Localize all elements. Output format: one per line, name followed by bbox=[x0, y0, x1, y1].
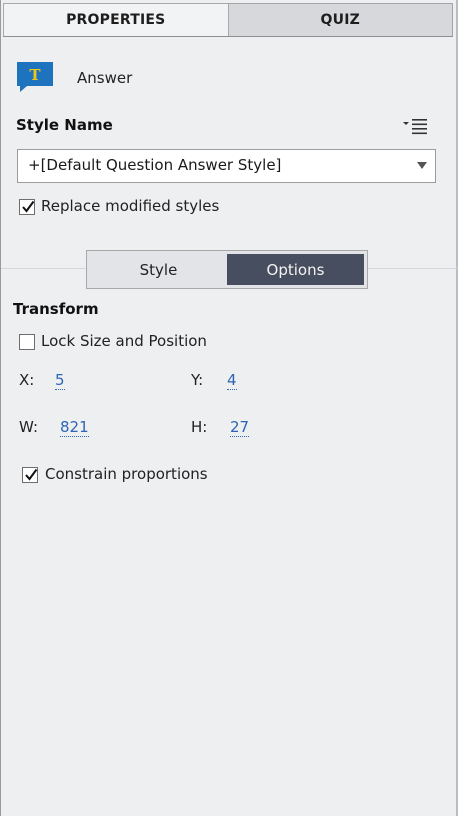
icon-letter: T bbox=[29, 66, 41, 84]
constrain-proportions-label: Constrain proportions bbox=[45, 465, 208, 483]
style-name-label: Style Name bbox=[16, 116, 113, 134]
tab-quiz[interactable]: QUIZ bbox=[228, 3, 453, 36]
properties-panel: PROPERTIES QUIZ T Answer Style Name +[De… bbox=[0, 0, 458, 816]
replace-modified-checkbox[interactable] bbox=[19, 199, 35, 215]
w-label: W: bbox=[19, 418, 39, 436]
object-name: Answer bbox=[77, 69, 133, 87]
constrain-proportions-checkbox[interactable] bbox=[22, 467, 38, 483]
h-value[interactable]: 27 bbox=[230, 418, 250, 437]
y-label: Y: bbox=[191, 371, 204, 389]
w-value[interactable]: 821 bbox=[60, 418, 89, 437]
segment-options[interactable]: Options bbox=[227, 254, 364, 285]
transform-heading: Transform bbox=[13, 300, 99, 318]
x-value[interactable]: 5 bbox=[55, 371, 65, 390]
text-caption-icon: T bbox=[17, 62, 53, 92]
options-menu-icon[interactable] bbox=[401, 117, 429, 135]
lock-size-checkbox[interactable] bbox=[19, 334, 35, 350]
checkmark-icon bbox=[22, 200, 35, 213]
style-options-toggle: Style Options bbox=[86, 250, 368, 289]
y-value[interactable]: 4 bbox=[227, 371, 237, 390]
lock-size-label: Lock Size and Position bbox=[41, 332, 207, 350]
tab-properties[interactable]: PROPERTIES bbox=[3, 3, 229, 36]
panel-tabs: PROPERTIES QUIZ bbox=[3, 3, 453, 37]
replace-modified-label: Replace modified styles bbox=[41, 197, 220, 215]
chevron-down-icon bbox=[417, 162, 427, 169]
segment-style[interactable]: Style bbox=[90, 254, 227, 285]
x-label: X: bbox=[19, 371, 35, 389]
style-name-value: +[Default Question Answer Style] bbox=[28, 156, 282, 174]
h-label: H: bbox=[191, 418, 208, 436]
checkmark-icon bbox=[25, 468, 38, 481]
style-name-dropdown[interactable]: +[Default Question Answer Style] bbox=[17, 149, 436, 183]
